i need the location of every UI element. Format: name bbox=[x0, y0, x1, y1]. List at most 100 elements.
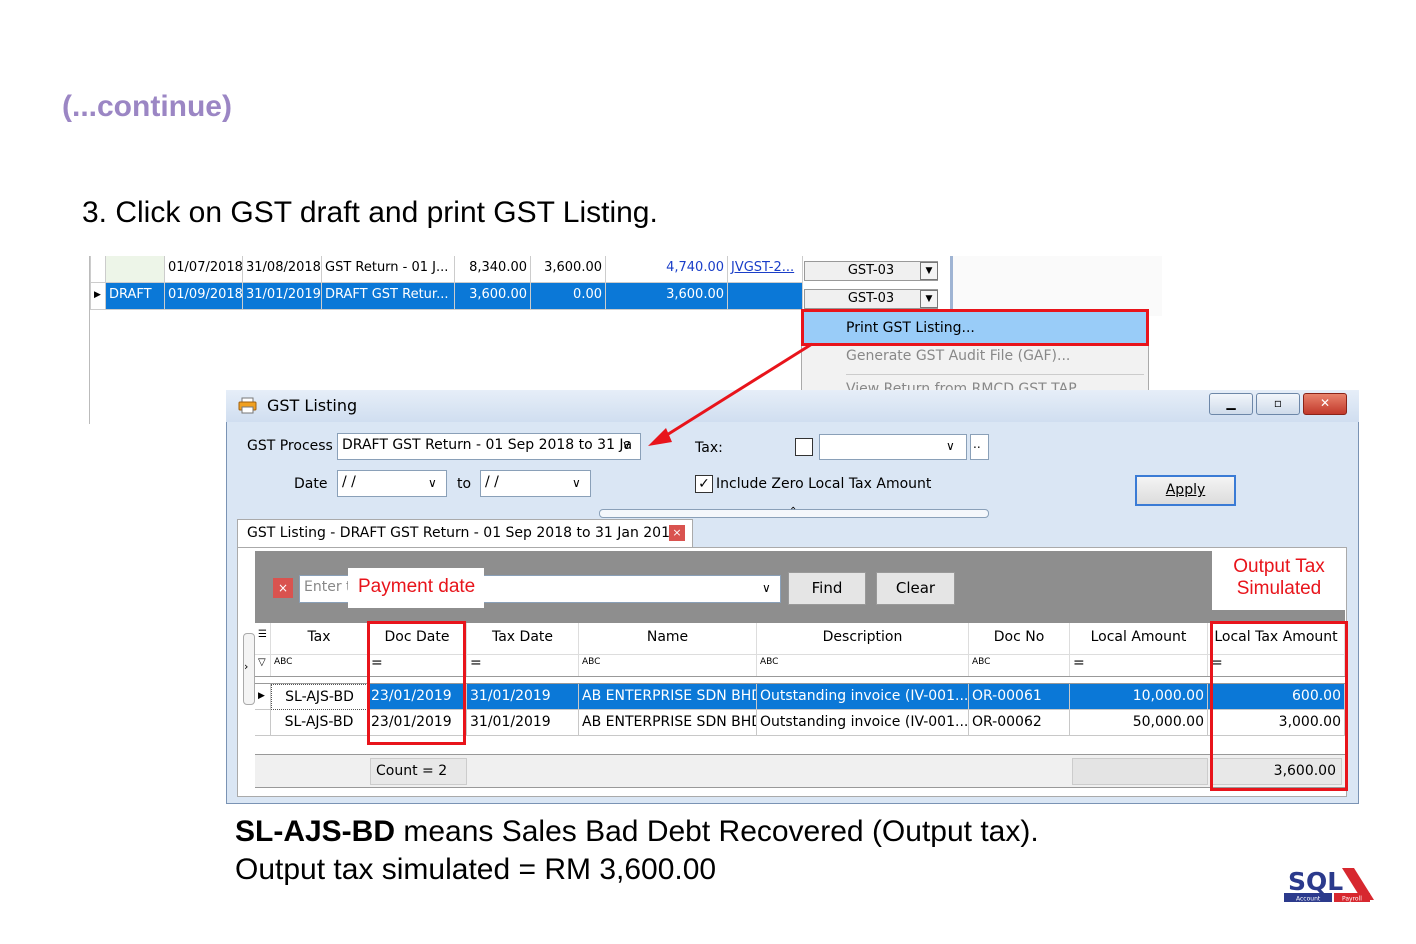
row-indicator bbox=[255, 710, 271, 736]
journal-link bbox=[728, 283, 803, 310]
doc-no-cell: OR-00062 bbox=[969, 710, 1070, 736]
from-date-cell: 01/09/2018 bbox=[165, 283, 243, 310]
description-cell: DRAFT GST Retur... bbox=[322, 283, 455, 310]
table-row[interactable]: 01/07/2018 31/08/2018 GST Return - 01 J.… bbox=[90, 256, 803, 283]
local-tax-highlight bbox=[1210, 621, 1348, 791]
sql-logo: SQL Account Payroll bbox=[1282, 862, 1378, 906]
grid-background-area bbox=[950, 256, 1162, 316]
tax-select[interactable] bbox=[819, 434, 967, 460]
table-row[interactable]: ▶ DRAFT 01/09/2018 31/01/2019 DRAFT GST … bbox=[90, 283, 803, 310]
amount-cell: 3,600.00 bbox=[455, 283, 531, 310]
tab-label: GST Listing - DRAFT GST Return - 01 Sep … bbox=[247, 525, 679, 541]
menu-item-generate-gaf[interactable]: Generate GST Audit File (GAF)... bbox=[846, 348, 1070, 364]
menu-separator bbox=[846, 374, 1144, 375]
amount-cell: 8,340.00 bbox=[455, 256, 531, 283]
filter-local-amount[interactable]: = bbox=[1070, 654, 1208, 676]
to-label: to bbox=[457, 476, 472, 492]
chevron-down-icon[interactable]: ∨ bbox=[762, 581, 771, 595]
filter-doc-no[interactable]: ABC bbox=[969, 654, 1070, 676]
status-cell: DRAFT bbox=[106, 283, 165, 310]
to-date-cell: 31/01/2019 bbox=[243, 283, 322, 310]
footer-count: Count = 2 bbox=[370, 758, 467, 785]
tax-lookup-button[interactable]: .. bbox=[970, 434, 989, 460]
clear-search-icon[interactable]: × bbox=[273, 578, 293, 598]
caption-code: SL-AJS-BD bbox=[235, 815, 396, 848]
name-cell: AB ENTERPRISE SDN BHD bbox=[579, 684, 757, 710]
tax-date-cell: 31/01/2019 bbox=[467, 684, 579, 710]
doc-date-highlight bbox=[367, 621, 466, 745]
window-title: GST Listing bbox=[267, 396, 358, 415]
column-header-doc-no[interactable]: Doc No bbox=[969, 623, 1070, 654]
tab-close-icon[interactable]: × bbox=[669, 525, 685, 541]
column-header-tax-date[interactable]: Tax Date bbox=[467, 623, 579, 654]
apply-button[interactable]: Apply bbox=[1135, 475, 1236, 506]
highlight-box bbox=[801, 309, 1149, 346]
amount-cell: 3,600.00 bbox=[606, 283, 728, 310]
filter-description[interactable]: ABC bbox=[757, 654, 969, 676]
amount-cell: 4,740.00 bbox=[606, 256, 728, 283]
filter-tax[interactable]: ABC bbox=[271, 654, 368, 676]
chevron-down-icon[interactable]: ▼ bbox=[920, 290, 938, 308]
description-cell: Outstanding invoice (IV-001... bbox=[757, 684, 969, 710]
splitter[interactable] bbox=[950, 256, 953, 316]
chevron-down-icon[interactable]: ▼ bbox=[920, 262, 938, 280]
column-header-tax[interactable]: Tax bbox=[271, 623, 368, 654]
tax-cell: SL-AJS-BD bbox=[271, 684, 368, 710]
column-header-name[interactable]: Name bbox=[579, 623, 757, 654]
column-chooser-icon[interactable]: ☰ bbox=[255, 623, 271, 654]
chevron-down-icon[interactable]: ∨ bbox=[572, 476, 581, 490]
maximize-icon[interactable]: ▫ bbox=[1256, 393, 1300, 415]
row-pointer-icon: ▶ bbox=[90, 283, 106, 310]
printer-icon bbox=[238, 397, 257, 414]
filter-name[interactable]: ABC bbox=[579, 654, 757, 676]
row-indicator bbox=[90, 256, 106, 283]
name-cell: AB ENTERPRISE SDN BHD bbox=[579, 710, 757, 736]
svg-text:SQL: SQL bbox=[1288, 867, 1343, 896]
local-amount-cell: 50,000.00 bbox=[1070, 710, 1208, 736]
filter-tax-date[interactable]: = bbox=[467, 654, 579, 676]
form-select[interactable]: GST-03 bbox=[804, 261, 938, 281]
footer-local-amount bbox=[1072, 758, 1208, 785]
filter-icon[interactable]: ▽ bbox=[255, 654, 271, 676]
chevron-down-icon[interactable]: ∨ bbox=[946, 439, 955, 453]
payment-date-label: Payment date bbox=[358, 576, 476, 597]
chevron-up-icon[interactable]: ⌃ bbox=[789, 506, 797, 517]
gst-process-label: GST Process bbox=[247, 438, 333, 454]
description-cell: Outstanding invoice (IV-001... bbox=[757, 710, 969, 736]
form-select[interactable]: GST-03 bbox=[804, 289, 938, 309]
amount-cell: 0.00 bbox=[531, 283, 606, 310]
caption-line2: Output tax simulated = RM 3,600.00 bbox=[235, 853, 717, 886]
logo-sub2: Payroll bbox=[1342, 896, 1362, 903]
status-cell bbox=[106, 256, 165, 283]
amount-cell: 3,600.00 bbox=[531, 256, 606, 283]
close-icon[interactable]: ✕ bbox=[1303, 393, 1347, 415]
row-pointer-icon: ▶ bbox=[255, 684, 271, 710]
journal-link[interactable]: JVGST-2... bbox=[728, 256, 803, 283]
local-amount-cell: 10,000.00 bbox=[1070, 684, 1208, 710]
continue-heading: (...continue) bbox=[62, 90, 232, 123]
output-tax-line2: Simulated bbox=[1236, 578, 1322, 599]
chevron-down-icon[interactable]: ∨ bbox=[428, 476, 437, 490]
include-zero-label: Include Zero Local Tax Amount bbox=[716, 476, 932, 492]
step-instruction: 3. Click on GST draft and print GST List… bbox=[82, 196, 658, 229]
tax-date-cell: 31/01/2019 bbox=[467, 710, 579, 736]
chevron-down-icon[interactable]: ∨ bbox=[622, 438, 631, 452]
to-date-cell: 31/08/2018 bbox=[243, 256, 322, 283]
expand-icon[interactable]: › bbox=[244, 660, 248, 673]
output-tax-annotation: Output Tax Simulated bbox=[1215, 556, 1343, 600]
description-cell: GST Return - 01 J... bbox=[322, 256, 455, 283]
minimize-icon[interactable]: ▁ bbox=[1209, 393, 1253, 415]
pointer-arrow bbox=[648, 342, 813, 446]
caption-line1: SL-AJS-BD means Sales Bad Debt Recovered… bbox=[235, 815, 1039, 849]
gst-process-select[interactable]: DRAFT GST Return - 01 Sep 2018 to 31 Ja bbox=[337, 433, 641, 460]
find-button[interactable]: Find bbox=[788, 572, 866, 605]
clear-button[interactable]: Clear bbox=[876, 572, 955, 605]
column-header-local-amount[interactable]: Local Amount bbox=[1070, 623, 1208, 654]
doc-no-cell: OR-00061 bbox=[969, 684, 1070, 710]
date-label: Date bbox=[294, 476, 328, 492]
tax-cell: SL-AJS-BD bbox=[271, 710, 368, 736]
output-tax-line1: Output Tax bbox=[1233, 556, 1325, 577]
check-icon[interactable]: ✓ bbox=[695, 475, 713, 493]
column-header-description[interactable]: Description bbox=[757, 623, 969, 654]
caption-text: means Sales Bad Debt Recovered (Output t… bbox=[395, 815, 1039, 848]
